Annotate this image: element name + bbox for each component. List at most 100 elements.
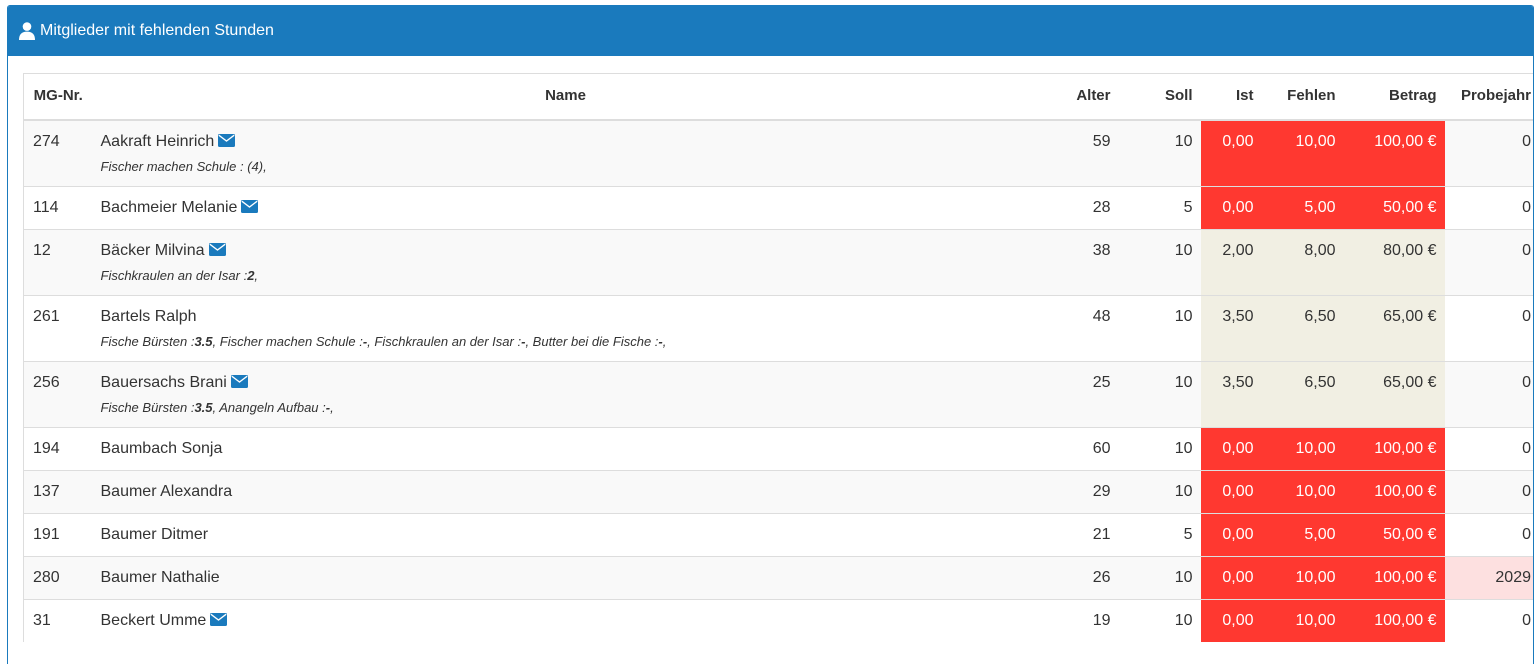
cell-fehlen: 5,00 [1261, 513, 1344, 557]
cell-fehlen: 8,00 [1261, 229, 1344, 296]
activity-label: Fischer machen Schule : [100, 159, 248, 174]
member-name: Bauersachs Brani [100, 374, 227, 391]
cell-soll: 10 [1118, 470, 1201, 514]
cell-betrag: 100,00 € [1343, 119, 1445, 187]
table-row: 137 Baumer Alexandra 29 10 0,00 10,00 10… [23, 470, 1533, 514]
cell-ist: 0,00 [1200, 186, 1262, 230]
cell-nr: 31 [23, 599, 92, 642]
cell-probejahr: 0 [1444, 295, 1533, 362]
header-fehlen[interactable]: Fehlen [1261, 73, 1344, 121]
cell-alter: 60 [1038, 427, 1119, 471]
member-name: Bachmeier Melanie [100, 199, 238, 216]
cell-soll: 10 [1118, 119, 1201, 187]
cell-betrag: 80,00 € [1343, 229, 1445, 296]
cell-probejahr: 0 [1444, 186, 1533, 230]
activity-label: Fischkraulen an der Isar : [374, 334, 522, 349]
cell-betrag: 100,00 € [1343, 599, 1445, 642]
panel-body: MG-Nr. Name Alter Soll Ist Fehlen Betrag… [8, 56, 1533, 642]
panel-title: Mitglieder mit fehlenden Stunden [40, 22, 274, 39]
members-table: MG-Nr. Name Alter Soll Ist Fehlen Betrag… [23, 73, 1533, 642]
activity-hours: - [521, 334, 526, 349]
table-row: 261 Bartels Ralph Fische Bürsten :3.5, F… [23, 295, 1533, 362]
cell-ist: 3,50 [1200, 295, 1262, 362]
activity-label: Fische Bürsten : [100, 334, 195, 349]
header-name[interactable]: Name [91, 73, 1039, 121]
table-row: 194 Baumbach Sonja 60 10 0,00 10,00 100,… [23, 427, 1533, 471]
member-name: Baumbach Sonja [100, 440, 223, 457]
cell-betrag: 65,00 € [1343, 361, 1445, 428]
activity-label: Butter bei die Fische : [532, 334, 659, 349]
cell-alter: 25 [1038, 361, 1119, 428]
envelope-icon[interactable] [230, 375, 248, 388]
user-icon [19, 22, 35, 40]
cell-ist: 0,00 [1200, 119, 1262, 187]
table-row: 191 Baumer Ditmer 21 5 0,00 5,00 50,00 €… [23, 513, 1533, 557]
header-alter[interactable]: Alter [1038, 73, 1119, 121]
activity-details: Fischkraulen an der Isar :2, [100, 268, 259, 283]
cell-fehlen: 10,00 [1261, 599, 1344, 642]
table-row: 31 Beckert Umme 19 10 0,00 10,00 100,00 … [23, 599, 1533, 642]
cell-alter: 59 [1038, 119, 1119, 187]
activity-hours: - [362, 334, 368, 349]
cell-soll: 10 [1118, 599, 1201, 642]
cell-alter: 29 [1038, 470, 1119, 514]
cell-name: Bauersachs Brani Fische Bürsten :3.5, An… [91, 361, 1039, 428]
envelope-icon[interactable] [218, 134, 236, 147]
cell-ist: 2,00 [1200, 229, 1262, 296]
cell-probejahr: 0 [1444, 119, 1533, 187]
cell-ist: 0,00 [1200, 513, 1262, 557]
activity-label: Fische Bürsten : [100, 400, 195, 415]
table-row: 280 Baumer Nathalie 26 10 0,00 10,00 100… [23, 556, 1533, 600]
cell-fehlen: 5,00 [1261, 186, 1344, 230]
cell-nr: 194 [23, 427, 92, 471]
cell-ist: 0,00 [1200, 427, 1262, 471]
cell-ist: 0,00 [1200, 599, 1262, 642]
cell-probejahr: 0 [1444, 599, 1533, 642]
cell-name: Bartels Ralph Fische Bürsten :3.5, Fisch… [91, 295, 1039, 362]
cell-nr: 12 [23, 229, 92, 296]
cell-fehlen: 10,00 [1261, 470, 1344, 514]
header-betrag[interactable]: Betrag [1343, 73, 1445, 121]
table-row: 256 Bauersachs Brani Fische Bürsten :3.5… [23, 361, 1533, 428]
header-probejahr[interactable]: Probejahr [1444, 73, 1533, 121]
activity-hours: 3.5 [194, 334, 213, 349]
header-soll[interactable]: Soll [1118, 73, 1201, 121]
cell-betrag: 50,00 € [1343, 513, 1445, 557]
cell-name: Baumer Ditmer [91, 513, 1039, 557]
cell-soll: 10 [1118, 295, 1201, 362]
activity-label: Fischer machen Schule : [219, 334, 363, 349]
cell-name: Baumer Nathalie [91, 556, 1039, 600]
header-nr[interactable]: MG-Nr. [23, 73, 92, 121]
table-body: 274 Aakraft Heinrich Fischer machen Schu… [23, 119, 1533, 642]
activity-details: Fische Bürsten :3.5, Anangeln Aufbau :-, [100, 400, 334, 415]
cell-soll: 10 [1118, 361, 1201, 428]
cell-alter: 26 [1038, 556, 1119, 600]
cell-fehlen: 6,50 [1261, 295, 1344, 362]
envelope-icon[interactable] [241, 200, 259, 213]
cell-name: Beckert Umme [91, 599, 1039, 642]
cell-betrag: 65,00 € [1343, 295, 1445, 362]
cell-soll: 10 [1118, 556, 1201, 600]
missing-hours-panel: Mitglieder mit fehlenden Stunden MG-Nr. … [7, 5, 1534, 664]
activity-label: Fischkraulen an der Isar : [100, 268, 248, 283]
member-name: Bartels Ralph [100, 308, 197, 325]
cell-name: Aakraft Heinrich Fischer machen Schule :… [91, 119, 1039, 187]
cell-probejahr: 0 [1444, 470, 1533, 514]
cell-ist: 0,00 [1200, 556, 1262, 600]
activity-hours: (4) [247, 159, 264, 174]
envelope-icon[interactable] [208, 243, 226, 256]
panel-heading: Mitglieder mit fehlenden Stunden [8, 6, 1533, 56]
activity-label: Anangeln Aufbau : [219, 400, 326, 415]
table-row: 12 Bäcker Milvina Fischkraulen an der Is… [23, 229, 1533, 296]
cell-name: Bäcker Milvina Fischkraulen an der Isar … [91, 229, 1039, 296]
cell-nr: 256 [23, 361, 92, 428]
cell-fehlen: 6,50 [1261, 361, 1344, 428]
cell-probejahr: 0 [1444, 513, 1533, 557]
cell-soll: 10 [1118, 229, 1201, 296]
envelope-icon[interactable] [210, 613, 228, 626]
cell-alter: 19 [1038, 599, 1119, 642]
table-header-row: MG-Nr. Name Alter Soll Ist Fehlen Betrag… [23, 73, 1533, 121]
cell-name: Bachmeier Melanie [91, 186, 1039, 230]
header-ist[interactable]: Ist [1200, 73, 1262, 121]
member-name: Baumer Ditmer [100, 526, 209, 543]
